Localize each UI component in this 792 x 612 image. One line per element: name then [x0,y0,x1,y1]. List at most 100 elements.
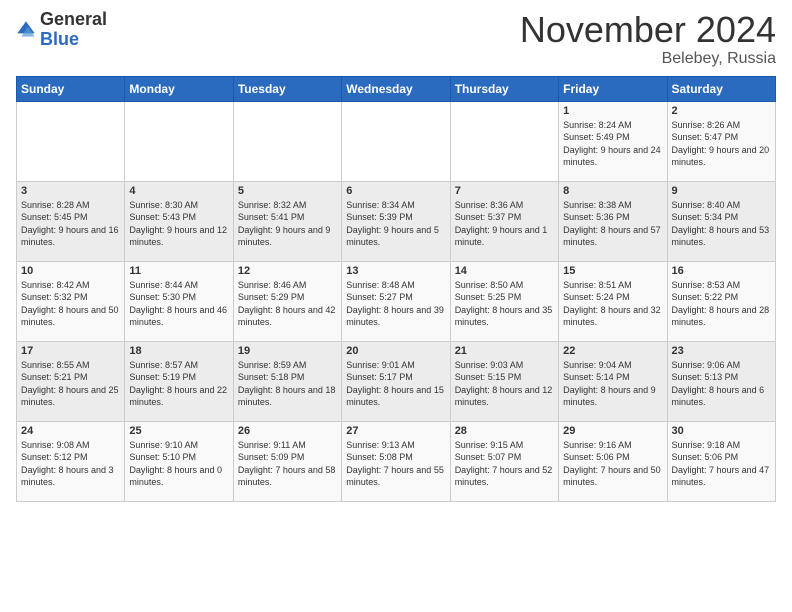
day-info-28: Sunrise: 9:15 AMSunset: 5:07 PMDaylight:… [455,439,554,489]
day-info-30: Sunrise: 9:18 AMSunset: 5:06 PMDaylight:… [672,439,771,489]
cell-3-1: 18Sunrise: 8:57 AMSunset: 5:19 PMDayligh… [125,341,233,421]
cell-2-3: 13 Sunrise: 8:48 AMSunset: 5:27 PMDayligh… [342,261,450,341]
cell-0-5: 1Sunrise: 8:24 AMSunset: 5:49 PMDaylight… [559,101,667,181]
week-row-3: 17 Sunrise: 8:55 AMSunset: 5:21 PMDayligh… [17,341,776,421]
cell-1-5: 8Sunrise: 8:38 AMSunset: 5:36 PMDaylight… [559,181,667,261]
day-info-1: Sunrise: 8:24 AMSunset: 5:49 PMDaylight:… [563,119,662,169]
day-number-26: 26 [238,425,337,437]
cell-2-4: 14Sunrise: 8:50 AMSunset: 5:25 PMDayligh… [450,261,558,341]
cell-3-5: 22 Sunrise: 9:04 AMSunset: 5:14 PMDayligh… [559,341,667,421]
day-info-15: Sunrise: 8:51 AMSunset: 5:24 PMDaylight:… [563,279,662,329]
day-number-19: 19 [238,345,337,357]
cell-1-4: 7Sunrise: 8:36 AMSunset: 5:37 PMDaylight… [450,181,558,261]
cell-3-4: 21 Sunrise: 9:03 AMSunset: 5:15 PMDayligh… [450,341,558,421]
day-number-25: 25 [129,425,228,437]
cell-2-1: 11Sunrise: 8:44 AMSunset: 5:30 PMDayligh… [125,261,233,341]
cell-4-6: 30 Sunrise: 9:18 AMSunset: 5:06 PMDayligh… [667,421,775,501]
day-number-24: 24 [21,425,120,437]
day-number-20: 20 [346,345,445,357]
header-saturday: Saturday [667,76,775,101]
day-info-10: Sunrise: 8:42 AMSunset: 5:32 PMDaylight:… [21,279,120,329]
cell-4-4: 28 Sunrise: 9:15 AMSunset: 5:07 PMDayligh… [450,421,558,501]
header-monday: Monday [125,76,233,101]
month-title: November 2024 [520,10,776,50]
day-number-13: 13 [346,265,445,277]
day-number-22: 22 [563,345,662,357]
day-number-28: 28 [455,425,554,437]
day-info-8: Sunrise: 8:38 AMSunset: 5:36 PMDaylight:… [563,199,662,249]
day-number-5: 5 [238,185,337,197]
day-info-12: Sunrise: 8:46 AMSunset: 5:29 PMDaylight:… [238,279,337,329]
day-number-29: 29 [563,425,662,437]
cell-0-3 [342,101,450,181]
week-row-2: 10 Sunrise: 8:42 AMSunset: 5:32 PMDayligh… [17,261,776,341]
day-number-9: 9 [672,185,771,197]
cell-3-6: 23 Sunrise: 9:06 AMSunset: 5:13 PMDayligh… [667,341,775,421]
logo-blue-text: Blue [40,30,107,50]
cell-4-2: 26 Sunrise: 9:11 AMSunset: 5:09 PMDayligh… [233,421,341,501]
logo-general-text: General [40,10,107,30]
calendar-table: Sunday Monday Tuesday Wednesday Thursday… [16,76,776,502]
cell-2-0: 10 Sunrise: 8:42 AMSunset: 5:32 PMDayligh… [17,261,125,341]
cell-0-4 [450,101,558,181]
cell-1-2: 5Sunrise: 8:32 AMSunset: 5:41 PMDaylight… [233,181,341,261]
day-number-30: 30 [672,425,771,437]
day-number-16: 16 [672,265,771,277]
day-info-27: Sunrise: 9:13 AMSunset: 5:08 PMDaylight:… [346,439,445,489]
day-number-12: 12 [238,265,337,277]
day-info-26: Sunrise: 9:11 AMSunset: 5:09 PMDaylight:… [238,439,337,489]
day-info-4: Sunrise: 8:30 AMSunset: 5:43 PMDaylight:… [129,199,228,249]
cell-0-1 [125,101,233,181]
day-info-9: Sunrise: 8:40 AMSunset: 5:34 PMDaylight:… [672,199,771,249]
cell-1-1: 4Sunrise: 8:30 AMSunset: 5:43 PMDaylight… [125,181,233,261]
day-info-21: Sunrise: 9:03 AMSunset: 5:15 PMDaylight:… [455,359,554,409]
header-wednesday: Wednesday [342,76,450,101]
cell-3-0: 17 Sunrise: 8:55 AMSunset: 5:21 PMDayligh… [17,341,125,421]
page: General Blue November 2024 Belebey, Russ… [0,0,792,612]
cell-4-1: 25 Sunrise: 9:10 AMSunset: 5:10 PMDayligh… [125,421,233,501]
cell-4-5: 29Sunrise: 9:16 AMSunset: 5:06 PMDayligh… [559,421,667,501]
cell-0-2 [233,101,341,181]
cell-3-3: 20Sunrise: 9:01 AMSunset: 5:17 PMDayligh… [342,341,450,421]
day-info-6: Sunrise: 8:34 AMSunset: 5:39 PMDaylight:… [346,199,445,249]
day-info-24: Sunrise: 9:08 AMSunset: 5:12 PMDaylight:… [21,439,120,489]
header-friday: Friday [559,76,667,101]
day-number-21: 21 [455,345,554,357]
title-section: November 2024 Belebey, Russia [520,10,776,68]
day-info-7: Sunrise: 8:36 AMSunset: 5:37 PMDaylight:… [455,199,554,249]
header-tuesday: Tuesday [233,76,341,101]
logo: General Blue [16,10,107,50]
day-info-17: Sunrise: 8:55 AMSunset: 5:21 PMDaylight:… [21,359,120,409]
cell-1-6: 9 Sunrise: 8:40 AMSunset: 5:34 PMDaylight… [667,181,775,261]
day-info-25: Sunrise: 9:10 AMSunset: 5:10 PMDaylight:… [129,439,228,489]
day-number-2: 2 [672,105,771,117]
logo-text: General Blue [40,10,107,50]
day-info-19: Sunrise: 8:59 AMSunset: 5:18 PMDaylight:… [238,359,337,409]
week-row-0: 1Sunrise: 8:24 AMSunset: 5:49 PMDaylight… [17,101,776,181]
cell-1-3: 6 Sunrise: 8:34 AMSunset: 5:39 PMDaylight… [342,181,450,261]
day-info-16: Sunrise: 8:53 AMSunset: 5:22 PMDaylight:… [672,279,771,329]
cell-2-2: 12 Sunrise: 8:46 AMSunset: 5:29 PMDayligh… [233,261,341,341]
cell-3-2: 19 Sunrise: 8:59 AMSunset: 5:18 PMDayligh… [233,341,341,421]
header-sunday: Sunday [17,76,125,101]
cell-0-0 [17,101,125,181]
day-number-17: 17 [21,345,120,357]
week-row-4: 24 Sunrise: 9:08 AMSunset: 5:12 PMDayligh… [17,421,776,501]
day-info-22: Sunrise: 9:04 AMSunset: 5:14 PMDaylight:… [563,359,662,409]
day-number-18: 18 [129,345,228,357]
cell-2-6: 16 Sunrise: 8:53 AMSunset: 5:22 PMDayligh… [667,261,775,341]
day-number-10: 10 [21,265,120,277]
day-info-23: Sunrise: 9:06 AMSunset: 5:13 PMDaylight:… [672,359,771,409]
day-info-13: Sunrise: 8:48 AMSunset: 5:27 PMDaylight:… [346,279,445,329]
cell-2-5: 15Sunrise: 8:51 AMSunset: 5:24 PMDayligh… [559,261,667,341]
day-number-6: 6 [346,185,445,197]
day-info-3: Sunrise: 8:28 AMSunset: 5:45 PMDaylight:… [21,199,120,249]
location: Belebey, Russia [520,50,776,68]
cell-4-0: 24 Sunrise: 9:08 AMSunset: 5:12 PMDayligh… [17,421,125,501]
header: General Blue November 2024 Belebey, Russ… [16,10,776,68]
logo-icon [16,20,36,40]
cell-0-6: 2Sunrise: 8:26 AMSunset: 5:47 PMDaylight… [667,101,775,181]
header-thursday: Thursday [450,76,558,101]
day-number-27: 27 [346,425,445,437]
day-number-23: 23 [672,345,771,357]
